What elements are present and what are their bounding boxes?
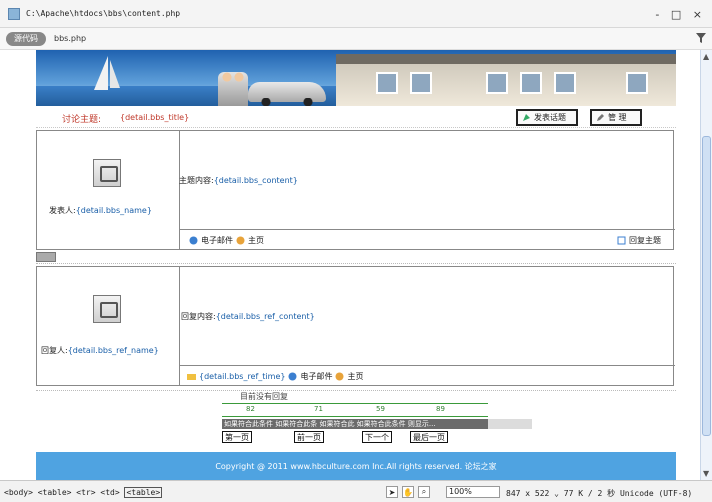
reply-topic-link[interactable]: 回复主题	[617, 235, 661, 246]
banner-image	[36, 50, 676, 106]
related-file-tab[interactable]: bbs.php	[54, 34, 86, 43]
app-icon	[8, 7, 20, 20]
window-controls[interactable]: - □ ×	[655, 8, 706, 21]
topic-table: 发表人:{detail.bbs_name} 主题内容:{detail.bbs_c…	[36, 130, 675, 250]
email-icon	[189, 236, 198, 245]
reply-homepage-link[interactable]: 主页	[347, 371, 363, 382]
topic-content-label: 主题内容:	[179, 176, 214, 185]
column-width-ruler: 82 71 59 89	[222, 403, 488, 417]
scroll-up-icon[interactable]: ▲	[703, 52, 709, 61]
replier-binding: {detail.bbs_ref_name}	[67, 346, 159, 355]
next-page-link[interactable]: 下一个	[362, 431, 392, 443]
topic-header-row: 讨论主题: {detail.bbs_title} 发表话题 管 理	[36, 106, 676, 128]
col-width-1: 82	[246, 405, 255, 413]
hidden-region-marker	[36, 250, 676, 264]
footer-bar: Copyright @ 2011 www.hbculture.com Inc.A…	[36, 452, 676, 480]
last-page-link[interactable]: 最后一页	[410, 431, 448, 443]
vertical-scrollbar[interactable]: ▲ ▼	[700, 50, 712, 480]
window-title: C:\Apache\htdocs\bbs\content.php	[26, 9, 181, 18]
topic-links: 电子邮件 主页	[189, 235, 264, 246]
tag-table[interactable]: <table>	[38, 488, 72, 497]
home-icon	[335, 372, 344, 381]
tag-tr[interactable]: <tr>	[76, 488, 95, 497]
poster-avatar-icon	[93, 159, 121, 187]
canvas-tools: ➤ ✋ ⌕	[386, 486, 430, 498]
poster-line: 发表人:{detail.bbs_name}	[49, 205, 152, 216]
tag-current[interactable]: <table>	[124, 487, 163, 498]
zoom-select[interactable]: 100%	[446, 486, 500, 498]
reply-email-link[interactable]: 电子邮件	[300, 371, 332, 382]
reply-topic-label: 回复主题	[629, 236, 661, 245]
col-width-3: 59	[376, 405, 385, 413]
col-width-2: 71	[314, 405, 323, 413]
tag-selector: <body> <table> <tr> <td> <table>	[4, 487, 163, 498]
condition-overflow	[488, 419, 532, 429]
prev-page-link[interactable]: 前一页	[294, 431, 324, 443]
replier-avatar-icon	[93, 295, 121, 323]
document-tabbar: 源代码 bbs.php	[0, 28, 712, 50]
pager-row: 第一页 前一页 下一个 最后一页	[222, 431, 488, 443]
page-content: 讨论主题: {detail.bbs_title} 发表话题 管 理 发表人:{d…	[36, 50, 676, 480]
first-page-link[interactable]: 第一页	[222, 431, 252, 443]
no-reply-text: 目前没有回复	[240, 392, 288, 401]
poster-label: 发表人:	[49, 206, 76, 215]
reply-content-binding: {detail.bbs_ref_content}	[215, 312, 315, 321]
pointer-tool-icon[interactable]: ➤	[386, 486, 398, 498]
replier-line: 回复人:{detail.bbs_ref_name}	[41, 345, 159, 356]
scroll-down-icon[interactable]: ▼	[703, 469, 709, 478]
status-bar: <body> <table> <tr> <td> <table> ➤ ✋ ⌕ 1…	[0, 480, 712, 502]
reply-content-label: 回复内容:	[181, 312, 216, 321]
tag-td[interactable]: <td>	[100, 488, 119, 497]
topic-email-link[interactable]: 电子邮件	[201, 235, 233, 246]
topic-label: 讨论主题:	[62, 115, 102, 125]
title-bar: C:\Apache\htdocs\bbs\content.php - □ ×	[0, 0, 712, 28]
poster-binding: {detail.bbs_name}	[75, 206, 152, 215]
pencil-icon	[597, 114, 604, 121]
filter-icon[interactable]	[696, 33, 706, 43]
post-icon	[523, 114, 530, 121]
post-topic-button[interactable]: 发表话题	[516, 109, 578, 126]
source-code-tab[interactable]: 源代码	[6, 31, 46, 46]
hand-tool-icon[interactable]: ✋	[402, 486, 414, 498]
reply-links: {detail.bbs_ref_time} 电子邮件 主页	[187, 371, 363, 382]
topic-content-line: 主题内容:{detail.bbs_content}	[179, 175, 298, 186]
document-info: 847 x 522 ⌄ 77 K / 2 秒 Unicode (UTF-8)	[506, 489, 693, 498]
reply-time-binding: {detail.bbs_ref_time}	[199, 372, 286, 381]
reply-table: 回复人:{detail.bbs_ref_name} 回复内容:{detail.b…	[36, 266, 675, 386]
reply-content-line: 回复内容:{detail.bbs_ref_content}	[181, 311, 315, 322]
replier-label: 回复人:	[41, 346, 68, 355]
col-width-4: 89	[436, 405, 445, 413]
reply-icon	[617, 236, 626, 245]
hidden-element-icon	[36, 252, 56, 262]
home-icon	[236, 236, 245, 245]
email-icon	[288, 372, 297, 381]
topic-homepage-link[interactable]: 主页	[248, 235, 264, 246]
time-icon	[187, 374, 196, 380]
topic-content-binding: {detail.bbs_content}	[213, 176, 298, 185]
design-canvas[interactable]: 讨论主题: {detail.bbs_title} 发表话题 管 理 发表人:{d…	[0, 50, 700, 480]
post-topic-label: 发表话题	[534, 113, 566, 122]
tag-body[interactable]: <body>	[4, 488, 33, 497]
record-navigation: 目前没有回复 82 71 59 89 如果符合此条件 如果符合此条 如果符合此 …	[36, 390, 676, 450]
topic-title-binding: {detail.bbs_title}	[120, 113, 190, 122]
zoom-tool-icon[interactable]: ⌕	[418, 486, 430, 498]
manage-button[interactable]: 管 理	[590, 109, 642, 126]
show-if-condition-bar[interactable]: 如果符合此条件 如果符合此条 如果符合此 如果符合此条件 则显示...	[222, 419, 488, 429]
scroll-thumb[interactable]	[702, 136, 711, 436]
manage-label: 管 理	[608, 113, 627, 122]
copyright-text: Copyright @ 2011 www.hbculture.com Inc.A…	[215, 461, 497, 471]
